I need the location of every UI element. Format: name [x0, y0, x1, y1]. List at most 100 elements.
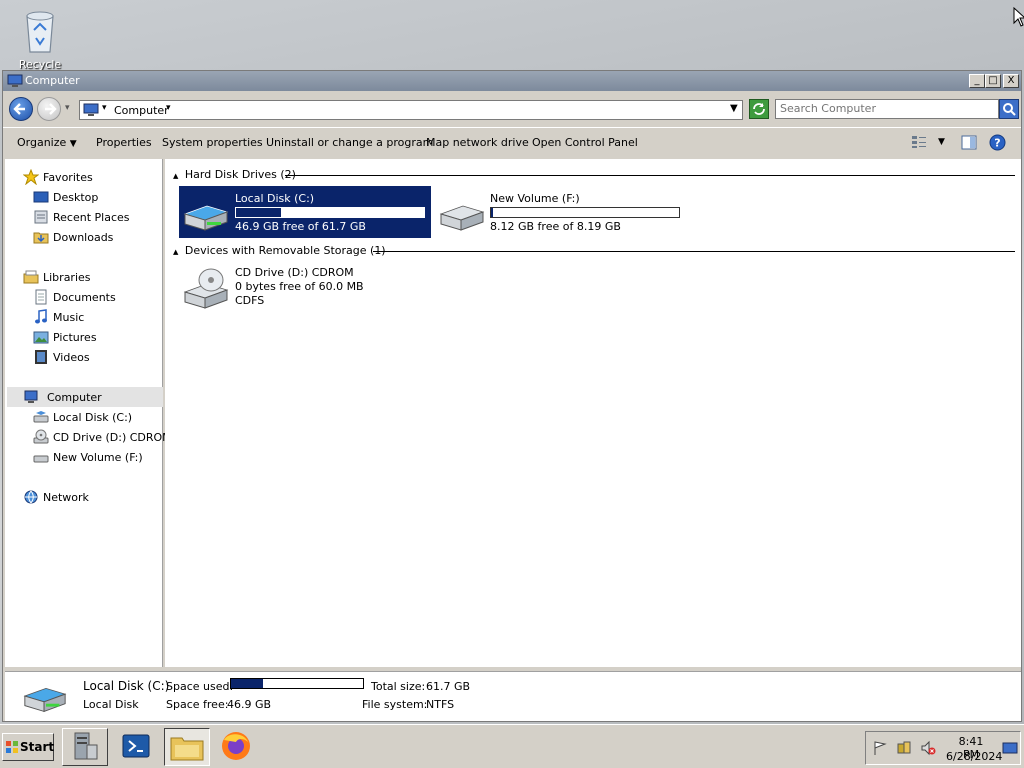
drive-free-space: 0 bytes free of 60.0 MB	[235, 280, 364, 293]
drive-name: Local Disk (C:)	[235, 192, 315, 205]
sidebar-item-cd-drive[interactable]: CD Drive (D:) CDROM	[33, 427, 187, 447]
group-divider	[285, 175, 1015, 176]
details-name: Local Disk (C:)	[83, 679, 170, 693]
arrow-left-icon	[13, 103, 25, 115]
hard-drive-icon	[33, 411, 49, 423]
file-system-value: NTFS	[426, 698, 455, 711]
search-button[interactable]	[999, 99, 1019, 119]
properties-button[interactable]: Properties	[96, 136, 152, 149]
capacity-bar-fill	[236, 208, 282, 217]
search-input[interactable]	[780, 102, 980, 115]
sidebar-item-local-disk[interactable]: Local Disk (C:)	[33, 407, 187, 427]
sidebar-item-downloads[interactable]: Downloads	[33, 227, 187, 247]
sidebar-item-new-volume[interactable]: New Volume (F:)	[33, 447, 187, 467]
sidebar-item-documents[interactable]: Documents	[33, 287, 187, 307]
help-icon[interactable]: ?	[989, 134, 1006, 151]
view-options-icon[interactable]	[911, 135, 927, 149]
close-button[interactable]: X	[1003, 74, 1019, 88]
refresh-button[interactable]	[749, 99, 769, 119]
sidebar-item-music[interactable]: Music	[33, 307, 187, 327]
start-label: Start	[20, 740, 55, 754]
server-manager-icon	[74, 732, 98, 760]
preview-pane-icon[interactable]	[961, 135, 977, 150]
sidebar-item-computer[interactable]: Computer	[7, 387, 163, 407]
documents-icon	[35, 289, 47, 305]
arrow-right-icon	[45, 103, 57, 115]
system-properties-button[interactable]: System properties	[162, 136, 263, 149]
drive-item-local-disk[interactable]: Local Disk (C:) 46.9 GB free of 61.7 GB	[179, 186, 431, 238]
total-size-value: 61.7 GB	[426, 680, 471, 693]
content-pane: ▲ Hard Disk Drives (2) Local Disk (C:) 4…	[165, 159, 1021, 667]
network-icon	[24, 490, 38, 504]
file-system-label: File system:	[362, 698, 428, 711]
videos-icon	[35, 350, 47, 364]
mouse-cursor-icon	[1013, 7, 1024, 27]
back-button[interactable]	[9, 97, 33, 121]
sidebar-item-videos[interactable]: Videos	[33, 347, 187, 367]
drive-free-space: 8.12 GB free of 8.19 GB	[490, 220, 621, 233]
space-used-bar	[230, 678, 364, 689]
minimize-button[interactable]: _	[969, 74, 985, 88]
cd-drive-icon	[33, 429, 49, 444]
taskbar-server-manager[interactable]	[62, 728, 108, 766]
start-button[interactable]: Start	[2, 733, 54, 761]
svg-text:?: ?	[994, 137, 1000, 150]
sidebar-item-recent-places[interactable]: Recent Places	[33, 207, 187, 227]
uninstall-program-button[interactable]: Uninstall or change a program	[266, 136, 433, 149]
trash-icon	[26, 11, 54, 53]
search-box[interactable]	[775, 99, 999, 119]
show-desktop-icon[interactable]	[1002, 740, 1018, 756]
drive-icon	[33, 455, 49, 463]
map-network-drive-button[interactable]: Map network drive	[426, 136, 529, 149]
drive-item-new-volume[interactable]: New Volume (F:) 8.12 GB free of 8.19 GB	[435, 186, 687, 238]
maximize-button[interactable]: □	[985, 74, 1001, 88]
taskbar-powershell[interactable]	[114, 728, 160, 766]
drive-item-cd-drive[interactable]: CD Drive (D:) CDROM 0 bytes free of 60.0…	[179, 262, 431, 314]
sidebar-item-favorites[interactable]: Favorites	[23, 167, 177, 187]
address-bar[interactable]: ▾ Computer ▾ ▼	[79, 100, 743, 120]
cd-drive-icon	[183, 268, 229, 309]
system-tray: 8:41 PM 6/28/2024	[865, 731, 1021, 765]
volume-muted-icon[interactable]	[920, 740, 936, 756]
group-header-hard-disk-drives[interactable]: ▲ Hard Disk Drives (2)	[173, 168, 1015, 181]
libraries-icon	[23, 270, 39, 284]
computer-icon	[24, 390, 38, 403]
recycle-bin-icon[interactable]: Recycle Bin	[10, 6, 70, 70]
hard-drive-icon	[183, 205, 229, 231]
taskbar-file-explorer[interactable]	[164, 728, 210, 766]
title-bar[interactable]: Computer _ □ X	[3, 71, 1021, 91]
open-control-panel-button[interactable]: Open Control Panel	[532, 136, 638, 149]
sidebar-item-libraries[interactable]: Libraries	[23, 267, 177, 287]
group-header-removable-storage[interactable]: ▲ Devices with Removable Storage (1)	[173, 244, 1015, 257]
capacity-bar-fill	[491, 208, 493, 217]
pictures-icon	[33, 331, 49, 344]
computer-icon	[83, 103, 99, 116]
breadcrumb-dropdown-icon[interactable]: ▾	[166, 103, 171, 113]
space-free-label: Space free:	[166, 698, 229, 711]
explorer-window: Computer _ □ X ▾ ▾ Computer ▾ ▼ Search C…	[2, 70, 1022, 722]
downloads-folder-icon	[33, 232, 49, 244]
address-history-chevron-icon[interactable]: ▼	[730, 103, 738, 114]
sidebar-item-desktop[interactable]: Desktop	[33, 187, 187, 207]
action-center-flag-icon[interactable]	[872, 740, 888, 756]
drive-free-space: 46.9 GB free of 61.7 GB	[235, 220, 366, 233]
clock-date[interactable]: 6/28/2024	[946, 750, 1002, 763]
windows-logo-icon	[6, 741, 18, 753]
space-free-value: 46.9 GB	[227, 698, 272, 711]
recent-pages-chevron-icon[interactable]: ▾	[65, 103, 70, 113]
capacity-bar	[235, 207, 425, 218]
collapse-icon: ▲	[173, 172, 179, 180]
computer-icon	[7, 74, 23, 87]
sidebar-item-pictures[interactable]: Pictures	[33, 327, 187, 347]
breadcrumb-chevron-icon[interactable]: ▾	[102, 103, 107, 113]
organize-button[interactable]: Organize ▼	[17, 136, 77, 149]
forward-button[interactable]	[37, 97, 61, 121]
taskbar-firefox[interactable]	[214, 728, 260, 766]
sidebar-item-network[interactable]: Network	[23, 487, 177, 507]
network-tray-icon[interactable]	[896, 740, 912, 756]
firefox-icon	[222, 732, 250, 760]
view-chevron-icon[interactable]: ▼	[938, 137, 945, 147]
breadcrumb-computer[interactable]: Computer	[114, 104, 169, 117]
drive-name: CD Drive (D:) CDROM	[235, 266, 354, 279]
command-bar: Organize ▼ Properties System properties …	[3, 127, 1021, 157]
